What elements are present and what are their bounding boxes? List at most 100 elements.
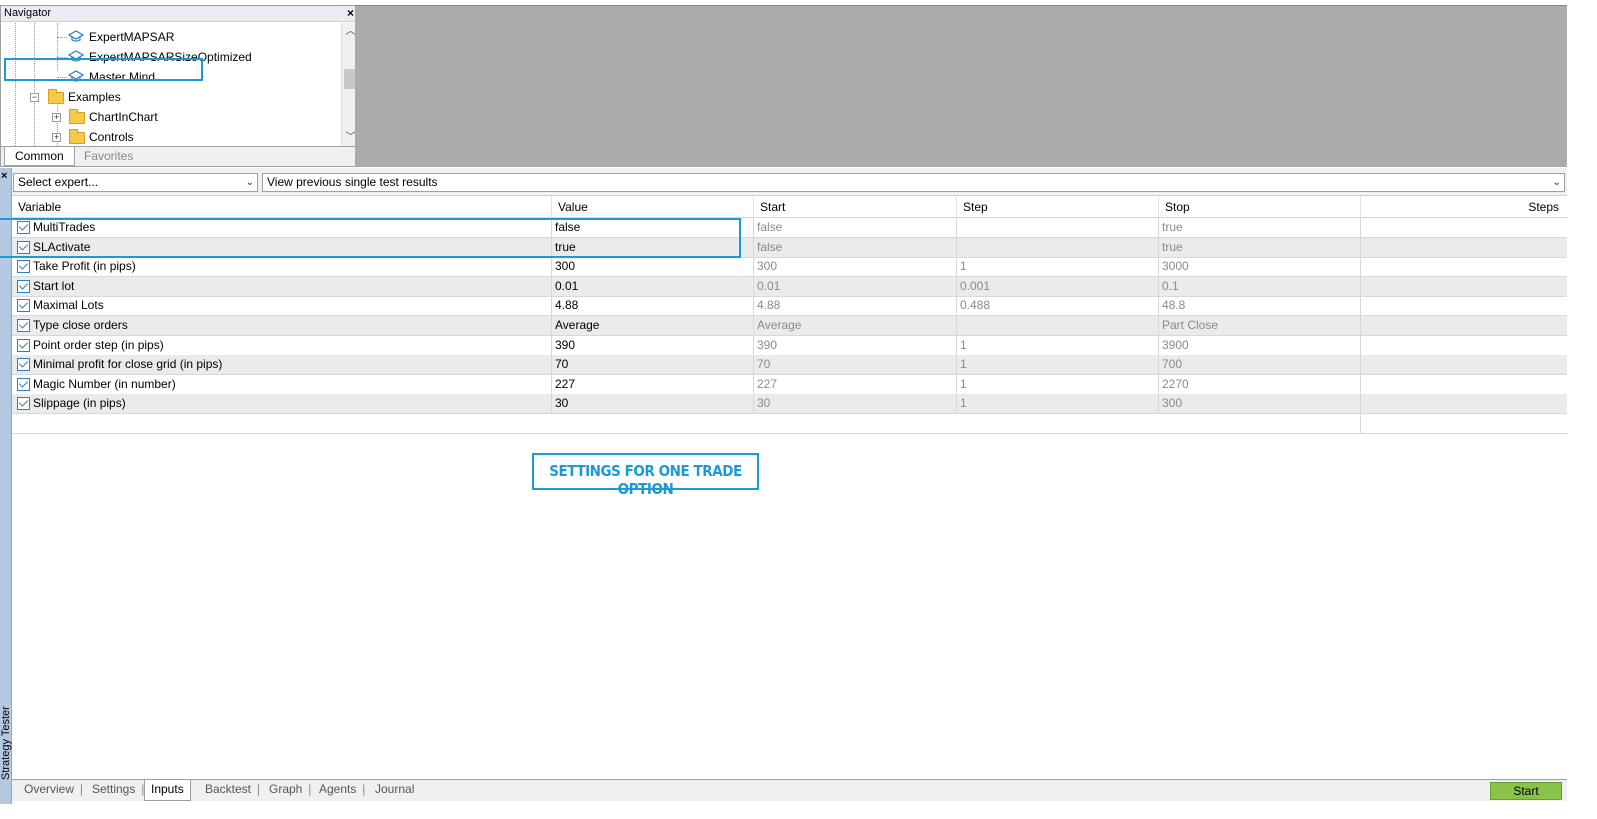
cell-start[interactable]: Average [753, 316, 956, 335]
cell-value[interactable]: 390 [551, 335, 753, 355]
tab-settings[interactable]: Settings [86, 780, 145, 800]
enabled-checkbox[interactable] [17, 397, 30, 411]
cell-value[interactable]: 300 [551, 257, 753, 277]
cell-stop[interactable]: 300 [1158, 394, 1360, 414]
cell-steps[interactable] [1360, 316, 1567, 335]
enabled-checkbox[interactable] [17, 358, 30, 372]
enabled-checkbox[interactable] [17, 279, 30, 293]
cell-steps[interactable] [1360, 276, 1567, 296]
tab-graph[interactable]: Graph [263, 780, 312, 800]
cell-start[interactable]: false [753, 218, 956, 237]
table-row[interactable]: Point order step (in pips) 390 390 1 3900 [12, 335, 1567, 356]
tree-item-controls[interactable]: + Controls [1, 127, 341, 146]
table-row[interactable]: Start lot 0.01 0.01 0.001 0.1 [12, 276, 1567, 297]
table-row[interactable]: Type close orders Average Average Part Clos… [12, 316, 1567, 336]
cell-start[interactable]: 300 [753, 257, 956, 277]
tab-common[interactable]: Common [4, 147, 75, 166]
enabled-checkbox[interactable] [17, 319, 30, 332]
table-row[interactable]: Slippage (in pips) 30 30 1 300 [12, 394, 1567, 415]
cell-stop[interactable]: 3900 [1158, 335, 1360, 355]
cell-variable: Take Profit (in pips) [12, 257, 551, 276]
cell-value[interactable]: 4.88 [551, 296, 753, 316]
column-start[interactable]: Start [753, 196, 956, 218]
cell-step[interactable]: 1 [956, 355, 1158, 375]
column-stop[interactable]: Stop [1158, 196, 1360, 218]
navigator-panel: Navigator × ExpertMAPSAR ExpertMAPSARSiz… [0, 5, 360, 167]
cell-step[interactable]: 0.488 [956, 296, 1158, 316]
cell-start[interactable]: 70 [753, 355, 956, 375]
cell-value[interactable]: 0.01 [551, 276, 753, 296]
cell-stop[interactable]: true [1158, 237, 1360, 257]
table-row[interactable]: Maximal Lots 4.88 4.88 0.488 48.8 [12, 296, 1567, 317]
tab-favorites[interactable]: Favorites [74, 147, 143, 166]
start-button[interactable]: Start [1490, 782, 1562, 800]
cell-start[interactable]: 227 [753, 374, 956, 394]
table-row[interactable]: Take Profit (in pips) 300 300 1 3000 [12, 257, 1567, 278]
cell-step[interactable] [956, 218, 1158, 237]
cell-steps[interactable] [1360, 257, 1567, 277]
cell-stop[interactable]: 0.1 [1158, 276, 1360, 296]
column-step[interactable]: Step [956, 196, 1158, 218]
column-steps[interactable]: Steps [1360, 196, 1567, 218]
cell-stop[interactable]: 2270 [1158, 374, 1360, 394]
table-row[interactable]: Magic Number (in number) 227 227 1 2270 [12, 374, 1567, 395]
cell-step[interactable]: 1 [956, 257, 1158, 277]
cell-value[interactable]: 227 [551, 374, 753, 394]
enabled-checkbox[interactable] [17, 260, 30, 274]
cell-start[interactable]: 30 [753, 394, 956, 414]
navigator-tree: ExpertMAPSAR ExpertMAPSARSizeOptimized M… [1, 23, 341, 146]
tree-item-expertmapsar[interactable]: ExpertMAPSAR [1, 27, 341, 47]
cell-steps[interactable] [1360, 394, 1567, 414]
cell-start[interactable]: 0.01 [753, 276, 956, 296]
cell-start[interactable]: 4.88 [753, 296, 956, 316]
cell-text: 390 [757, 337, 778, 352]
cell-value[interactable]: 30 [551, 394, 753, 414]
cell-step[interactable]: 0.001 [956, 276, 1158, 296]
cell-stop[interactable]: 3000 [1158, 257, 1360, 277]
tree-item-chartinchart[interactable]: + ChartInChart [1, 107, 341, 127]
cell-stop[interactable]: 48.8 [1158, 296, 1360, 316]
tab-overview[interactable]: Overview [18, 780, 83, 800]
tab-backtest[interactable]: Backtest [199, 780, 260, 800]
cell-text: 2270 [1162, 376, 1189, 391]
cell-value[interactable]: 70 [551, 355, 753, 375]
cell-start[interactable]: false [753, 237, 956, 257]
cell-step[interactable]: 1 [956, 374, 1158, 394]
close-icon[interactable]: × [347, 6, 354, 20]
table-row[interactable]: Minimal profit for close grid (in pips) 7… [12, 355, 1567, 376]
cell-steps[interactable] [1360, 218, 1567, 237]
enabled-checkbox[interactable] [17, 338, 30, 352]
cell-step[interactable]: 1 [956, 394, 1158, 414]
expand-icon[interactable]: + [52, 113, 61, 122]
close-icon[interactable]: × [1, 170, 7, 182]
strategy-tester-sidebar: × Strategy Tester [0, 168, 12, 804]
cell-steps[interactable] [1360, 374, 1567, 394]
cell-stop[interactable]: Part Close [1158, 316, 1360, 335]
tree-item-examples[interactable]: − Examples [1, 87, 341, 107]
enabled-checkbox[interactable] [17, 299, 30, 313]
collapse-icon[interactable]: − [30, 93, 39, 102]
expand-icon[interactable]: + [52, 133, 61, 142]
cell-stop[interactable]: 700 [1158, 355, 1360, 375]
cell-step[interactable] [956, 237, 1158, 257]
cell-step[interactable]: 1 [956, 335, 1158, 355]
cell-steps[interactable] [1360, 335, 1567, 355]
enabled-checkbox[interactable] [17, 377, 30, 391]
cell-stop[interactable]: true [1158, 218, 1360, 237]
cell-step[interactable] [956, 316, 1158, 335]
expert-select[interactable]: Select expert... ⌄ [13, 173, 258, 192]
cell-steps[interactable] [1360, 237, 1567, 257]
cell-text: 0.01 [757, 278, 781, 293]
column-variable[interactable]: Variable [12, 196, 551, 218]
results-select[interactable]: View previous single test results ⌄ [262, 173, 1565, 192]
cell-steps[interactable] [1360, 296, 1567, 316]
tab-agents[interactable]: Agents [313, 780, 366, 800]
tab-inputs[interactable]: Inputs [144, 780, 191, 801]
tab-journal[interactable]: Journal [369, 780, 420, 800]
cell-value[interactable]: Average [551, 316, 753, 335]
expert-select-value: Select expert... [18, 175, 99, 189]
cell-steps[interactable] [1360, 355, 1567, 375]
cell-start[interactable]: 390 [753, 335, 956, 355]
cell-variable: Maximal Lots [12, 296, 551, 315]
column-value[interactable]: Value [551, 196, 753, 218]
